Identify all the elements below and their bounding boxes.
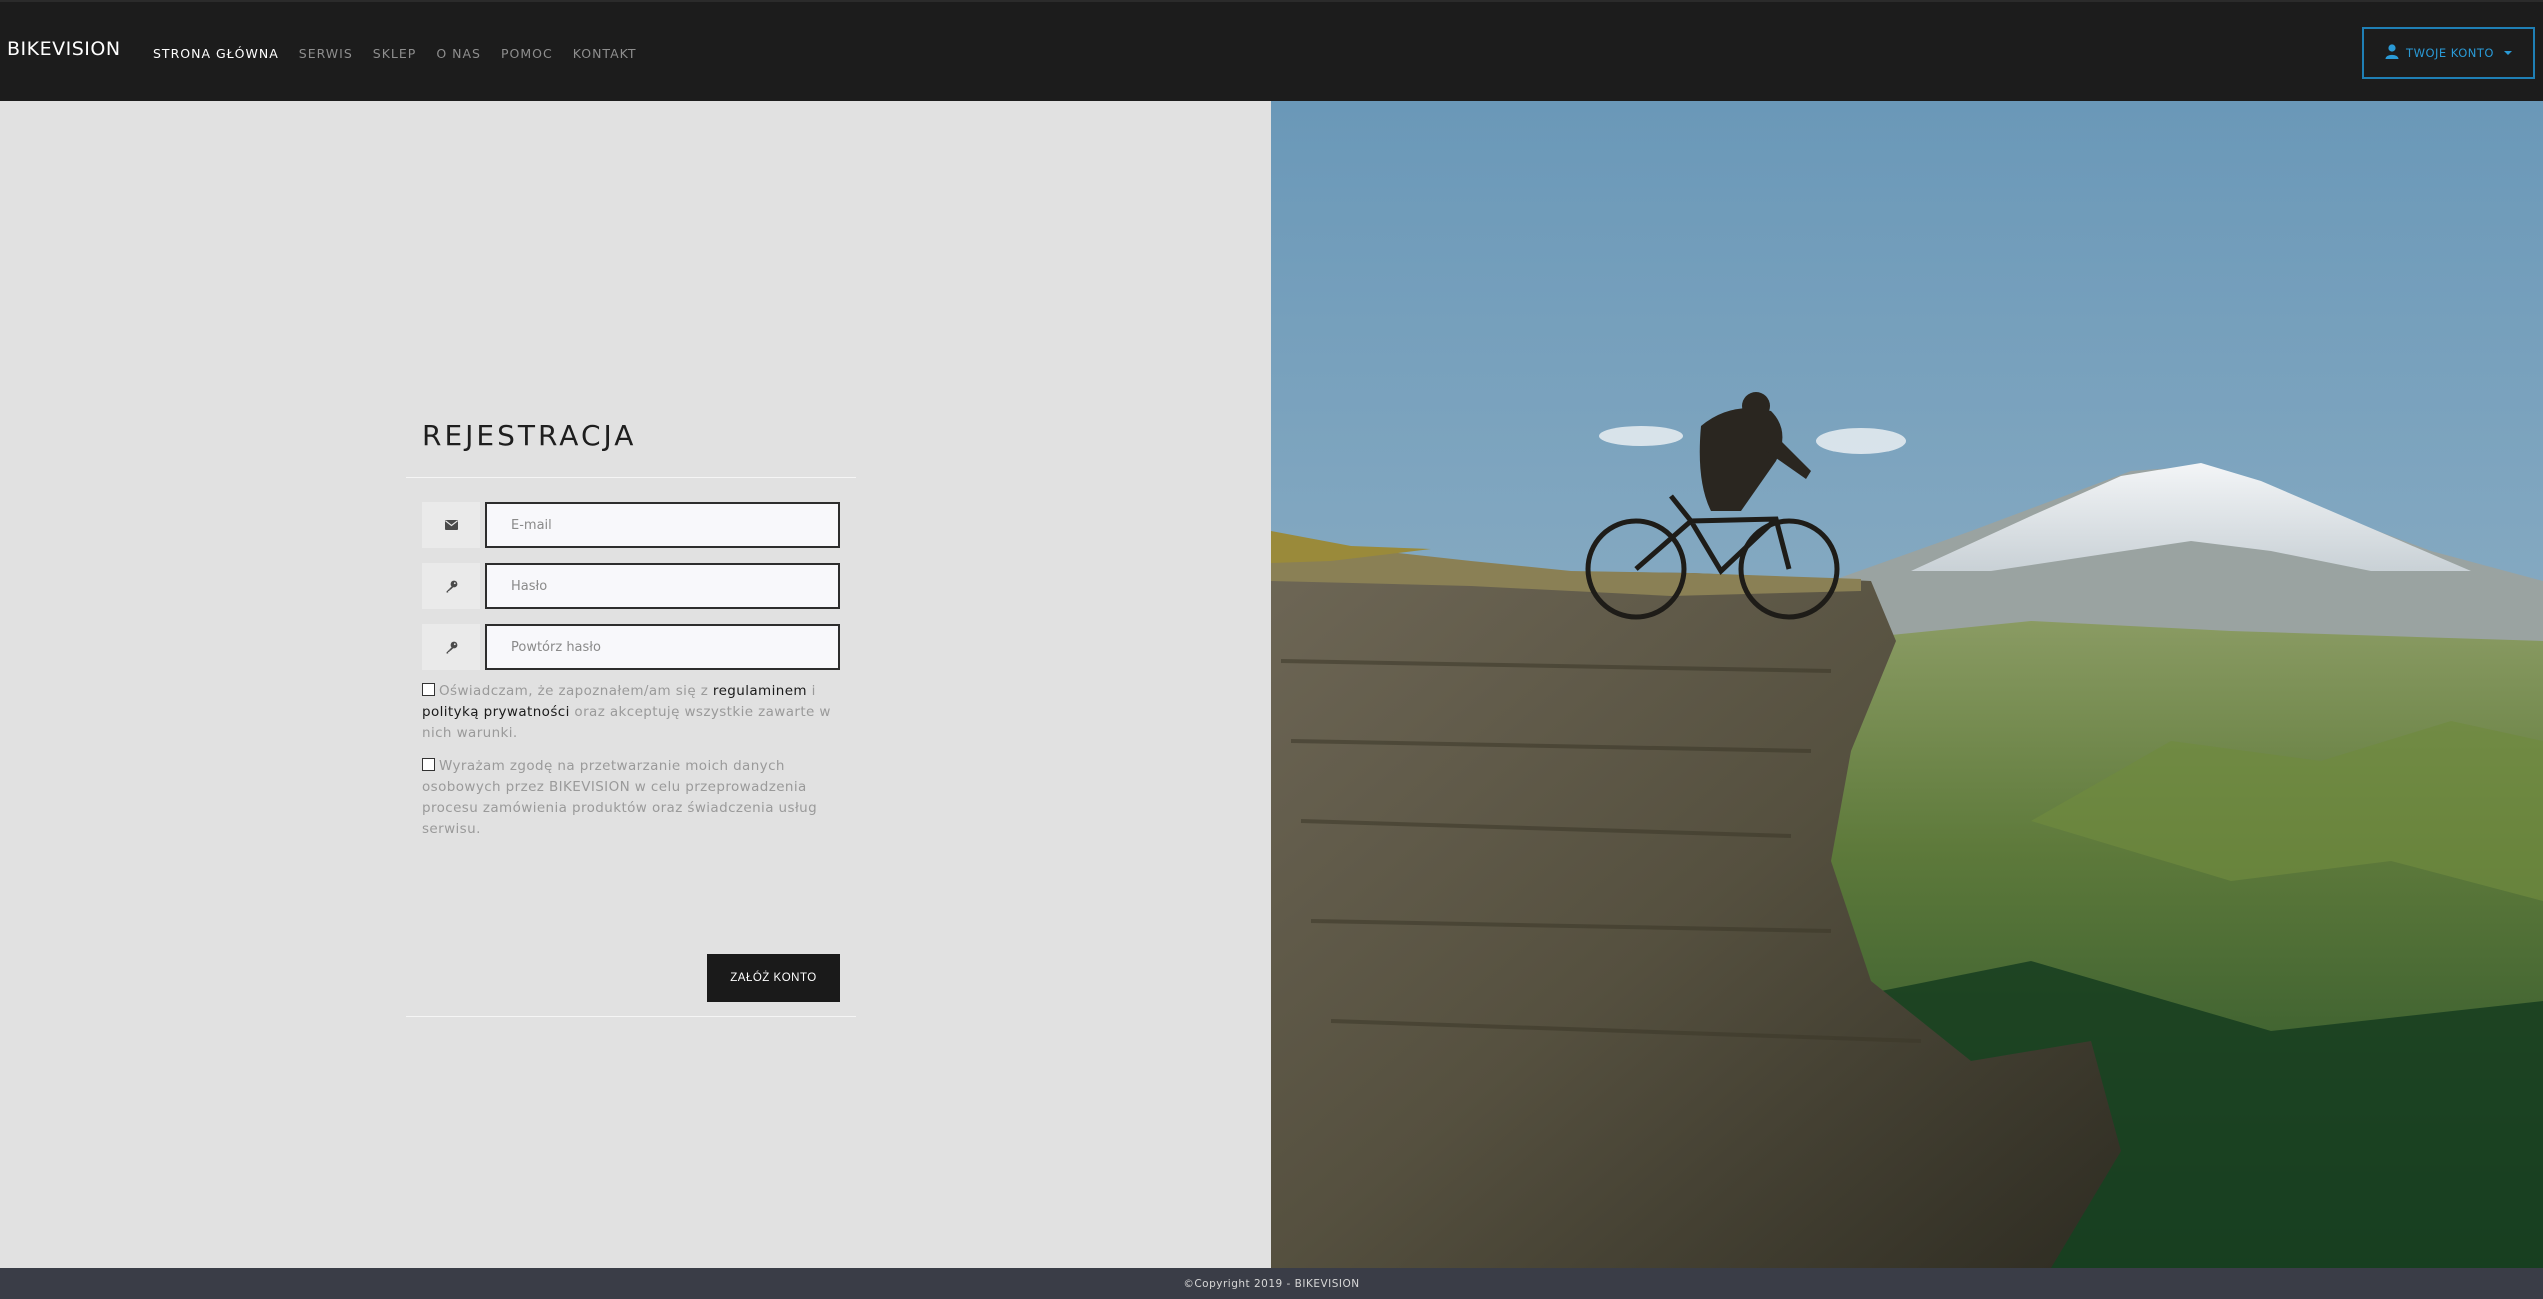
envelope-icon [422, 502, 480, 548]
password-field[interactable] [485, 563, 840, 609]
password-repeat-field[interactable] [485, 624, 840, 670]
registration-panel: REJESTRACJA Oświadczam, że zapoznałem/am… [0, 101, 1271, 1268]
terms-checkbox-row: Oświadczam, że zapoznałem/am się z regul… [422, 681, 840, 744]
caret-down-icon [2503, 51, 2512, 55]
key-icon [422, 563, 480, 609]
hero-image-cyclist-mountain [1271, 101, 2543, 1268]
nav-link-about[interactable]: O NAS [436, 46, 481, 61]
email-row [422, 502, 840, 548]
terms-link[interactable]: regulaminem [713, 683, 807, 699]
divider [406, 1016, 856, 1017]
nav-link-service[interactable]: SERWIS [299, 46, 353, 61]
nav-links: STRONA GŁÓWNA SERWIS SKLEP O NAS POMOC K… [153, 46, 657, 61]
nav-link-contact[interactable]: KONTAKT [573, 46, 637, 61]
password-row [422, 563, 840, 609]
brand-logo[interactable]: BIKEVISION [7, 38, 121, 60]
email-field[interactable] [485, 502, 840, 548]
footer: ©Copyright 2019 - BIKEVISION [0, 1268, 2543, 1299]
copyright-text: ©Copyright 2019 - BIKEVISION [1183, 1277, 1360, 1290]
user-icon [2385, 44, 2399, 62]
account-dropdown-button[interactable]: TWOJE KONTO [2362, 27, 2535, 79]
form-title: REJESTRACJA [422, 419, 637, 452]
divider [406, 477, 856, 478]
consent-checkbox-row: Wyrażam zgodę na przetwarzanie moich dan… [422, 756, 840, 840]
terms-checkbox[interactable] [422, 683, 435, 696]
navbar: BIKEVISION STRONA GŁÓWNA SERWIS SKLEP O … [0, 0, 2543, 101]
create-account-button[interactable]: ZAŁÓŻ KONTO [707, 954, 840, 1002]
terms-text: i [806, 683, 816, 699]
consent-checkbox[interactable] [422, 758, 435, 771]
key-icon [422, 624, 480, 670]
password-repeat-row [422, 624, 840, 670]
nav-link-shop[interactable]: SKLEP [373, 46, 417, 61]
consent-text: Wyrażam zgodę na przetwarzanie moich dan… [422, 758, 818, 837]
terms-text: Oświadczam, że zapoznałem/am się z [439, 683, 713, 699]
account-label: TWOJE KONTO [2406, 46, 2494, 60]
nav-link-home[interactable]: STRONA GŁÓWNA [153, 46, 279, 61]
privacy-policy-link[interactable]: polityką prywatności [422, 704, 570, 720]
nav-link-help[interactable]: POMOC [501, 46, 553, 61]
